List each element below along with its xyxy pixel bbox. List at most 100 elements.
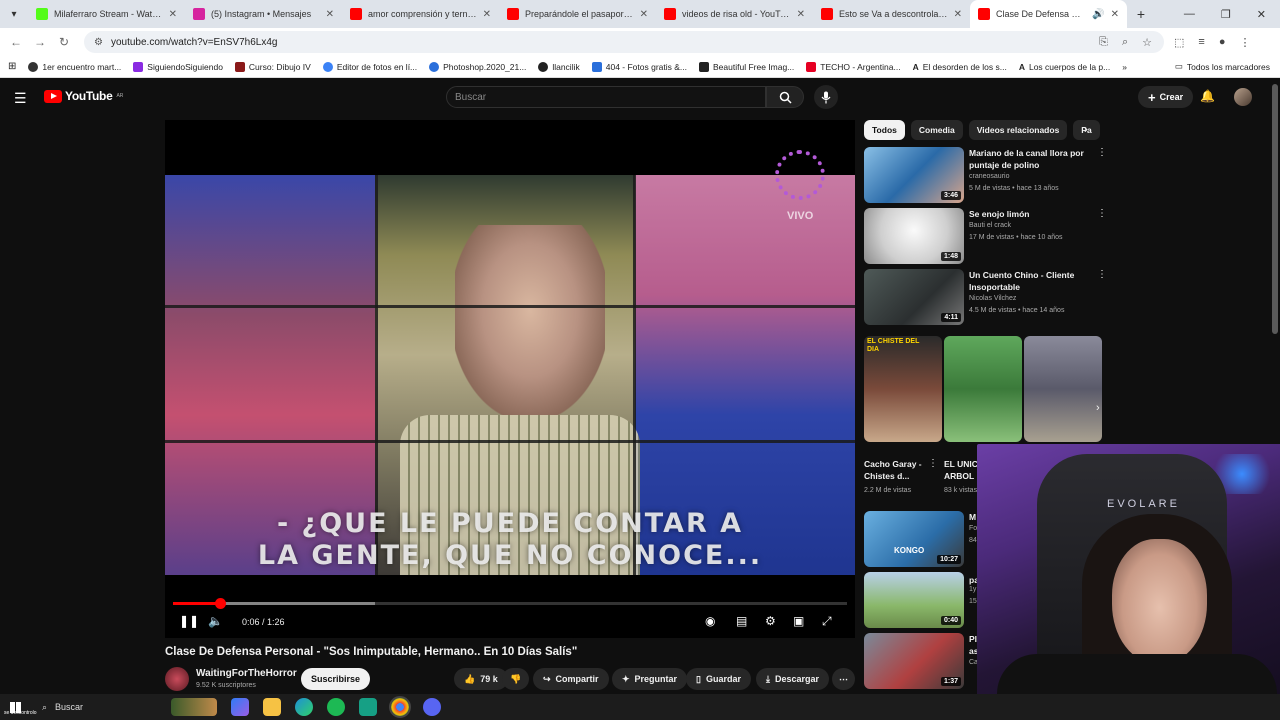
recommendation-title[interactable]: Se enojo limón <box>969 208 1093 220</box>
forward-icon[interactable]: → <box>28 35 52 49</box>
minimize-icon[interactable]: — <box>1184 8 1195 21</box>
edge-icon[interactable] <box>295 698 313 716</box>
file-explorer-icon[interactable] <box>263 698 281 716</box>
speaker-icon[interactable]: 🔊 <box>1092 9 1104 20</box>
shorts-next-icon[interactable]: › <box>1096 402 1100 414</box>
channel-avatar[interactable] <box>165 667 189 691</box>
bookmark[interactable]: A Los cuerpos de la p... <box>1019 62 1110 72</box>
video-player[interactable]: VIVO - ¿QUE LE PUEDE CONTAR A LA GENTE, … <box>165 120 855 638</box>
recommendation-item[interactable]: 3:46 Mariano de la canal llora por punta… <box>864 147 1114 205</box>
browser-tab[interactable]: Esto se Va a descontrolar Compl ✕ <box>813 0 970 28</box>
like-button[interactable]: 👍 79 k <box>454 668 508 690</box>
volume-icon[interactable]: 🔈 <box>208 614 223 628</box>
more-vertical-icon[interactable]: ⋮ <box>1097 208 1107 219</box>
chip-all[interactable]: Todos <box>864 120 905 140</box>
short-thumbnail[interactable] <box>944 336 1022 442</box>
search-button[interactable] <box>766 86 804 108</box>
chip-related[interactable]: Videos relacionados <box>968 120 1068 140</box>
recommendation-title[interactable]: Mariano de la canal llora por puntaje de… <box>969 147 1093 171</box>
bookmark[interactable]: 404 - Fotos gratis &... <box>591 61 687 72</box>
fullscreen-icon[interactable]: ⤢ <box>822 614 832 629</box>
more-vertical-icon[interactable]: ⋮ <box>1097 269 1107 280</box>
reload-icon[interactable]: ↻ <box>52 35 76 49</box>
new-tab-button[interactable]: + <box>1127 6 1155 22</box>
video-thumbnail[interactable]: 3:46 <box>864 147 964 203</box>
copilot-icon[interactable] <box>231 698 249 716</box>
search-input[interactable]: Buscar <box>446 86 766 108</box>
share-button[interactable]: ↪ Compartir <box>533 668 609 690</box>
close-tab-icon[interactable]: ✕ <box>483 9 491 20</box>
hamburger-menu-icon[interactable]: ☰ <box>14 90 27 107</box>
recommendation-item[interactable]: 1:48 Se enojo limón Bauti el crack 17 M … <box>864 208 1114 266</box>
captions-icon[interactable]: ▤ <box>736 614 747 628</box>
recommendation-title[interactable]: Un Cuento Chino - Cliente Insoportable <box>969 269 1093 293</box>
restore-icon[interactable]: ❐ <box>1221 8 1231 21</box>
short-thumbnail[interactable] <box>1024 336 1102 442</box>
bookmark[interactable]: TECHO - Argentina... <box>806 61 901 72</box>
settings-gear-icon[interactable]: ⚙ <box>765 614 776 628</box>
chrome-icon[interactable] <box>389 696 411 718</box>
close-tab-icon[interactable]: ✕ <box>954 9 962 20</box>
more-vertical-icon[interactable]: ⋮ <box>1097 147 1107 158</box>
site-info-icon[interactable]: ⚙ <box>94 37 103 48</box>
miniplayer-icon[interactable]: ▣ <box>793 614 804 628</box>
more-actions-button[interactable]: ⋯ <box>832 668 855 690</box>
ask-button[interactable]: ✦ Preguntar <box>612 668 688 690</box>
youtube-logo[interactable]: YouTube AR <box>44 89 123 103</box>
browser-tab[interactable]: (5) Instagram • Mensajes ✕ <box>185 0 342 28</box>
account-avatar[interactable] <box>1234 88 1252 106</box>
bookmark[interactable]: 1er encuentro mart... <box>28 61 121 72</box>
recommendation-channel[interactable]: Bauti el crack <box>969 222 1011 229</box>
video-thumbnail[interactable]: 0:40 <box>864 572 964 628</box>
subscribe-button[interactable]: Suscribirse <box>301 668 371 690</box>
close-tab-icon[interactable]: ✕ <box>797 9 805 20</box>
all-bookmarks[interactable]: ▭ Todos los marcadores <box>1175 61 1280 72</box>
close-window-icon[interactable]: ✕ <box>1257 8 1266 21</box>
video-thumbnail[interactable]: 4:11 <box>864 269 964 325</box>
bookmark[interactable]: Photoshop.2020_21... <box>429 61 526 72</box>
short-thumbnail[interactable]: EL CHISTE DEL DIA <box>864 336 942 442</box>
create-button[interactable]: + Crear <box>1138 86 1194 108</box>
browser-tab[interactable]: videos de risa old - YouTube ✕ <box>656 0 813 28</box>
apps-icon[interactable]: ⊞ <box>8 61 16 72</box>
tab-search-icon[interactable]: ▾ <box>0 0 28 28</box>
more-vertical-icon[interactable]: ⋮ <box>928 458 938 469</box>
recommendation-channel[interactable]: Nicolas Vilchez <box>969 295 1016 302</box>
browser-tab[interactable]: amor comprensión y ternura - ✕ <box>342 0 499 28</box>
bookmark-star-icon[interactable]: ☆ <box>1142 36 1152 49</box>
notifications-bell-icon[interactable]: 🔔 <box>1200 89 1215 103</box>
chip-comedy[interactable]: Comedia <box>910 120 963 140</box>
recommendation-channel[interactable]: Fo <box>969 525 977 532</box>
video-thumbnail[interactable]: KONGO 10:27 <box>864 511 964 567</box>
short-title[interactable]: Cacho Garay - Chistes d... <box>864 458 928 482</box>
close-tab-icon[interactable]: ✕ <box>169 9 177 20</box>
bookmark[interactable]: Beautiful Free Imag... <box>699 61 794 72</box>
bookmark[interactable]: SiguiendoSiguiendo <box>133 61 223 72</box>
bookmark[interactable]: llancilik <box>538 61 580 72</box>
install-icon[interactable]: ⎘ <box>1099 36 1108 49</box>
extensions-icon[interactable]: ⬚ <box>1174 36 1184 49</box>
chevron-right-icon[interactable]: › <box>1084 124 1088 136</box>
browser-tab-active[interactable]: Clase De Defensa Personal 🔊 ✕ <box>970 0 1127 28</box>
profile-icon[interactable]: ● <box>1219 36 1226 48</box>
browser-tab[interactable]: Milaferraro Stream - Watch Live ✕ <box>28 0 185 28</box>
autoplay-toggle-icon[interactable]: ◉ <box>705 614 715 628</box>
more-bookmarks-icon[interactable]: » <box>1122 62 1127 72</box>
close-tab-icon[interactable]: ✕ <box>1111 9 1119 20</box>
recommendation-item[interactable]: 4:11 Un Cuento Chino - Cliente Insoporta… <box>864 269 1114 327</box>
channel-name[interactable]: WaitingForTheHorror <box>196 668 297 679</box>
zoom-icon[interactable]: ⌕ <box>1122 36 1128 49</box>
page-scrollbar[interactable] <box>1272 84 1278 334</box>
save-button[interactable]: ▯ Guardar <box>686 668 751 690</box>
video-thumbnail[interactable]: 1:48 <box>864 208 964 264</box>
close-tab-icon[interactable]: ✕ <box>640 9 648 20</box>
pause-icon[interactable]: ❚❚ <box>179 614 199 628</box>
progress-bar[interactable] <box>173 598 847 609</box>
dislike-button[interactable]: 👎 <box>502 668 530 690</box>
browser-tab[interactable]: Preparándole el pasaporte para ✕ <box>499 0 656 28</box>
progress-scrubber[interactable] <box>215 598 227 609</box>
download-button[interactable]: ⤓ Descargar <box>756 668 830 690</box>
taskbar-search[interactable]: ⌕ Buscar <box>34 697 164 717</box>
bookmark[interactable]: Editor de fotos en lí... <box>322 61 417 72</box>
bookmark[interactable]: Curso: Dibujo IV <box>234 61 311 72</box>
